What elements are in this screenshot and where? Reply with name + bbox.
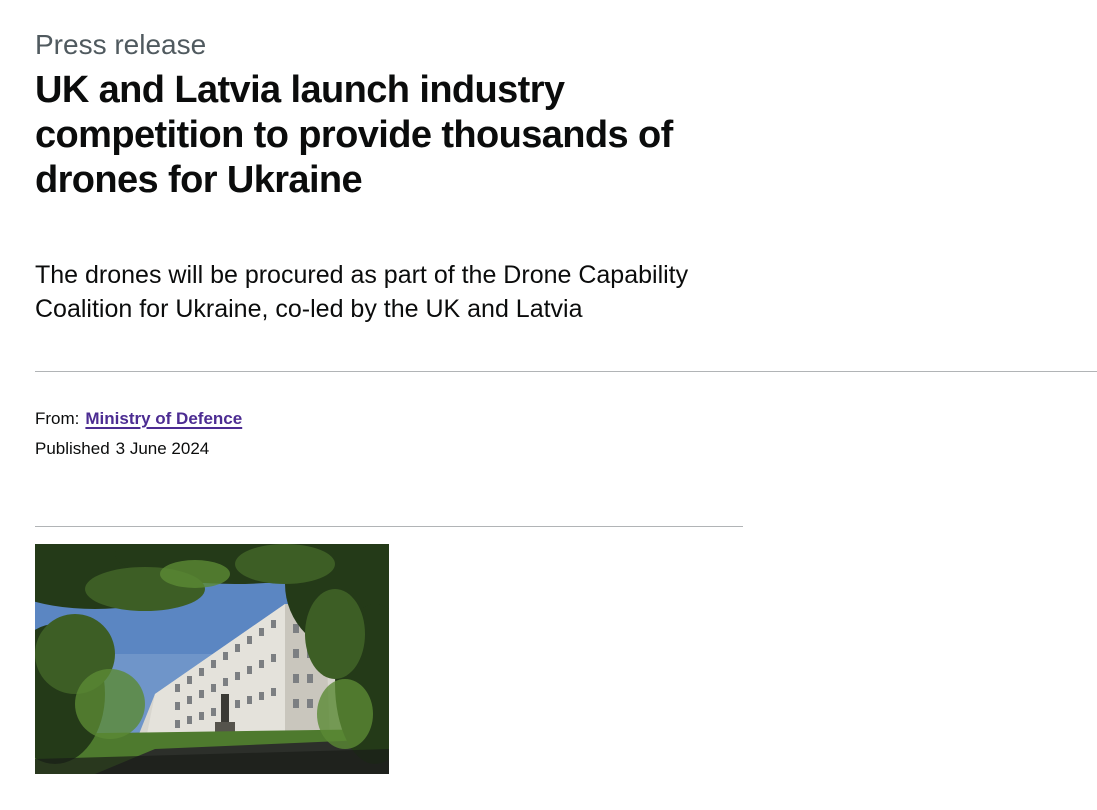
ministry-building-photo — [35, 544, 389, 774]
metadata-from: From: Ministry of Defence — [35, 407, 242, 431]
metadata-published: Published 3 June 2024 — [35, 437, 209, 461]
published-label: Published — [35, 439, 110, 458]
lead-paragraph: The drones will be procured as part of t… — [35, 261, 689, 323]
ministry-of-defence-link[interactable]: Ministry of Defence — [85, 409, 242, 428]
published-date: 3 June 2024 — [115, 439, 210, 458]
lead-image — [35, 544, 389, 774]
page-title: UK and Latvia launch industry competitio… — [35, 69, 673, 201]
page-caption: Press release — [35, 29, 207, 60]
content-divider — [35, 526, 743, 527]
from-label: From: — [35, 409, 80, 428]
section-divider — [35, 371, 1097, 372]
